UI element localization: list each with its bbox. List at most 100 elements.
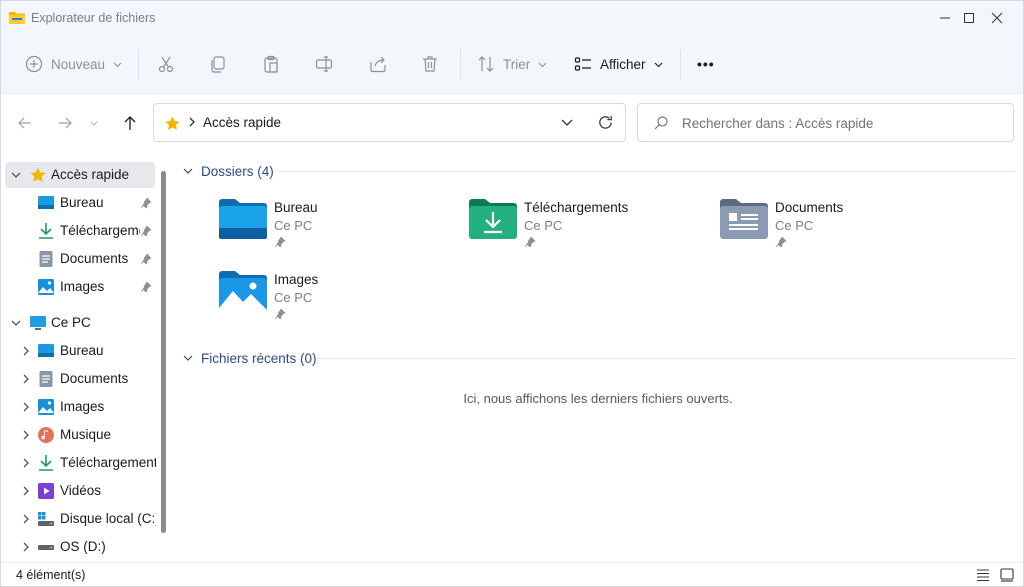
refresh-icon[interactable] (597, 114, 614, 131)
cut-button[interactable] (157, 48, 175, 80)
chevron-down-icon (113, 62, 122, 67)
pin-icon[interactable] (140, 225, 152, 237)
folder-tile-bureau[interactable]: Bureau Ce PC (219, 198, 459, 258)
search-box[interactable]: Rechercher dans : Accès rapide (637, 103, 1014, 142)
sort-button[interactable]: Trier (477, 48, 547, 80)
close-button[interactable] (974, 1, 1020, 35)
pin-icon[interactable] (140, 253, 152, 265)
sidebar-item-documents-pinned[interactable]: Documents (5, 246, 155, 272)
status-bar: 4 élément(s) (1, 562, 1023, 586)
pin-icon[interactable] (775, 236, 787, 248)
clipboard-icon (264, 55, 278, 73)
details-view-icon[interactable] (975, 567, 991, 583)
toolbar-divider (138, 49, 139, 81)
sidebar-item-videos[interactable]: Vidéos (5, 478, 155, 504)
group-divider (277, 171, 1015, 172)
arrow-left-icon (18, 117, 31, 129)
monitor-icon (30, 316, 46, 330)
folder-location: Ce PC (775, 218, 814, 233)
chevron-right-icon[interactable] (20, 373, 32, 385)
recent-files-empty-message: Ici, nous affichons les derniers fichier… (463, 391, 733, 406)
view-button-label: Afficher (600, 56, 646, 72)
sidebar-item-label: Ce PC (51, 315, 91, 330)
chevron-right-icon[interactable] (20, 429, 32, 441)
pin-icon[interactable] (274, 236, 286, 248)
rename-icon (315, 56, 333, 72)
music-icon (38, 427, 54, 443)
folder-tile-images[interactable]: Images Ce PC (219, 270, 459, 330)
address-bar[interactable]: Accès rapide (153, 103, 626, 142)
folders-group-header[interactable]: Dossiers (4) (183, 161, 274, 181)
chevron-right-icon[interactable] (20, 345, 32, 357)
sidebar-item-images[interactable]: Images (5, 394, 155, 420)
desktop-icon (38, 344, 54, 357)
sidebar-item-musique[interactable]: Musique (5, 422, 155, 448)
command-bar: Nouveau Trier Afficher ••• (1, 35, 1023, 93)
chevron-right-icon[interactable] (20, 541, 32, 553)
chevron-right-icon[interactable] (20, 401, 32, 413)
sort-icon (478, 56, 494, 72)
sidebar-item-documents[interactable]: Documents (5, 366, 155, 392)
folder-tile-documents[interactable]: Documents Ce PC (720, 198, 960, 258)
pin-icon[interactable] (140, 281, 152, 293)
copy-button[interactable] (209, 48, 227, 80)
pictures-icon (38, 279, 54, 295)
address-history-dropdown-icon[interactable] (560, 117, 574, 129)
chevron-right-icon[interactable] (20, 485, 32, 497)
pin-icon[interactable] (524, 236, 536, 248)
sidebar-item-bureau[interactable]: Bureau (5, 338, 155, 364)
rename-button[interactable] (315, 48, 333, 80)
chevron-right-icon[interactable] (20, 457, 32, 469)
sidebar-item-label: Accès rapide (51, 167, 130, 182)
copy-icon (211, 56, 225, 73)
download-icon (39, 455, 53, 471)
back-button[interactable] (14, 112, 36, 134)
new-button[interactable]: Nouveau (25, 48, 122, 80)
up-button[interactable] (119, 112, 141, 134)
chevron-right-icon[interactable] (20, 513, 32, 525)
share-button[interactable] (369, 48, 387, 80)
sidebar-item-os-d[interactable]: OS (D:) (5, 534, 155, 560)
pin-icon[interactable] (274, 308, 286, 320)
videos-icon (38, 483, 54, 499)
desktop-folder-icon (219, 199, 267, 239)
file-explorer-window: Explorateur de fichiers Nouveau Trier Af… (0, 0, 1024, 587)
large-icons-view-icon[interactable] (999, 567, 1015, 583)
folder-location: Ce PC (524, 218, 563, 233)
sidebar-item-telechargements-pinned[interactable]: Téléchargements (5, 218, 155, 244)
sidebar-scrollbar-thumb[interactable] (161, 171, 166, 533)
navigation-pane: Accès rapide Bureau Téléchargements Docu… (1, 151, 173, 562)
sidebar-item-telechargements[interactable]: Téléchargements (5, 450, 156, 476)
forward-button[interactable] (54, 112, 76, 134)
more-options-button[interactable]: ••• (697, 48, 715, 80)
folder-tile-telechargements[interactable]: Téléchargements Ce PC (469, 198, 709, 258)
chevron-down-icon (538, 62, 547, 67)
recent-files-group-header[interactable]: Fichiers récents (0) (183, 348, 317, 368)
sidebar-item-acces-rapide[interactable]: Accès rapide (5, 162, 155, 188)
breadcrumb-current[interactable]: Accès rapide (203, 115, 281, 130)
maximize-button-inner[interactable] (923, 1, 974, 35)
recent-locations-button[interactable] (87, 112, 101, 134)
title-bar: Explorateur de fichiers (1, 1, 1023, 35)
delete-button[interactable] (421, 48, 439, 80)
recent-files-group-label: Fichiers récents (0) (201, 350, 317, 366)
paste-button[interactable] (262, 48, 280, 80)
sidebar-item-label: Disque local (C:) (60, 511, 156, 526)
navigation-bar: Accès rapide Rechercher dans : Accès rap… (1, 93, 1023, 151)
sidebar-item-images-pinned[interactable]: Images (5, 274, 155, 300)
pictures-folder-icon (219, 271, 267, 311)
sidebar-item-ce-pc[interactable]: Ce PC (5, 310, 155, 336)
file-explorer-app-icon (9, 12, 25, 24)
chevron-down-icon[interactable] (10, 169, 22, 181)
folder-location: Ce PC (274, 218, 313, 233)
chevron-down-icon (90, 121, 98, 126)
pin-icon[interactable] (140, 197, 152, 209)
downloads-folder-icon (469, 199, 517, 239)
sidebar-item-disque-local-c[interactable]: Disque local (C:) (5, 506, 156, 532)
sidebar-item-bureau-pinned[interactable]: Bureau (5, 190, 155, 216)
chevron-down-icon[interactable] (10, 317, 22, 329)
sidebar-item-label: Téléchargements (60, 455, 156, 470)
chevron-down-icon (654, 62, 662, 67)
view-button[interactable]: Afficher (574, 48, 663, 80)
folder-location: Ce PC (274, 290, 313, 305)
